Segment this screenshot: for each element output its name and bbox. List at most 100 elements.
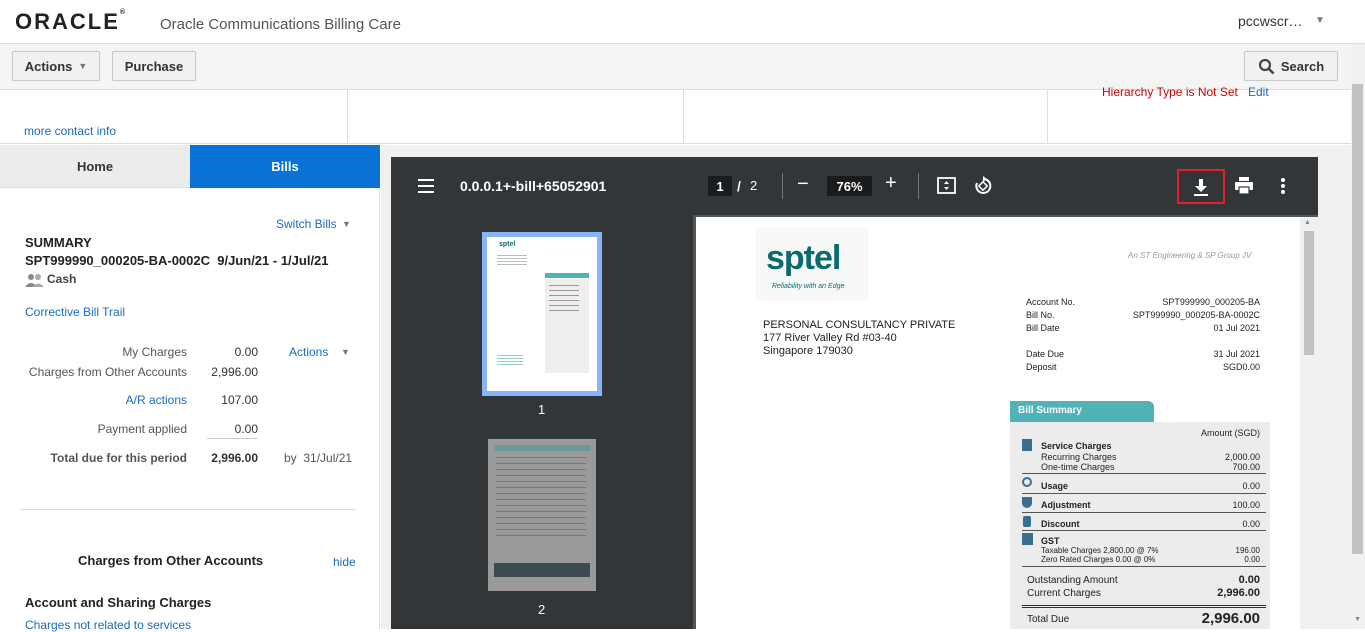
scrollbar-thumb[interactable] [1352,84,1363,554]
amount-header: Amount (SGD) [1200,428,1260,438]
recurring-value: 2,000.00 [1224,452,1260,462]
chevron-down-icon[interactable]: ▼ [342,219,351,229]
payment-applied-value: 0.00 [207,422,258,439]
menu-icon[interactable] [418,179,434,196]
usage-label: Usage [1041,481,1069,491]
user-menu[interactable]: pccwscr… [1238,13,1303,29]
divider [1022,607,1266,608]
divider [347,90,348,144]
address-line-3: Singapore 179030 [763,345,853,357]
brand-name: sptel [766,239,841,277]
zero-rated-value: 0.00 [1244,555,1260,564]
page-number-input[interactable]: 1 [708,176,732,196]
bill-panel: Home Bills Switch Bills ▼ SUMMARY SPT999… [0,145,380,632]
ar-actions-link[interactable]: A/R actions [60,393,187,407]
bill-actions-link[interactable]: Actions [289,345,328,359]
pdf-page: sptel Reliability with an Edge An ST Eng… [696,217,1300,629]
account-no-label: Account No. [1026,297,1076,307]
discount-value: 0.00 [1242,519,1260,529]
page-separator: / [737,178,741,194]
zoom-in-icon[interactable]: + [885,172,897,195]
chevron-down-icon[interactable]: ▼ [1315,15,1325,26]
thumbnail-label-2: 2 [538,602,546,617]
current-charges-value: 2,996.00 [1217,587,1260,599]
purchase-button[interactable]: Purchase [112,51,196,81]
search-icon [1258,58,1275,74]
thumbnail-page-2[interactable] [488,439,596,591]
due-date-label: Date Due [1026,349,1065,359]
divider [918,173,919,199]
app-header: ORACLE® Oracle Communications Billing Ca… [0,0,1365,44]
hide-link[interactable]: hide [333,555,356,569]
total-due-value: 2,996.00 [1201,610,1260,627]
divider [1022,493,1266,494]
toolbar: Actions ▼ Purchase Search [0,44,1351,90]
brand-tagline: Reliability with an Edge [772,283,845,290]
caret-down-icon: ▼ [78,61,88,71]
scroll-up-icon[interactable]: ▲ [1304,219,1311,226]
divider [1022,566,1266,567]
thumbnail-panel: sptel 1 2 [391,215,693,629]
outstanding-value: 0.00 [1238,574,1260,586]
address-line-1: PERSONAL CONSULTANCY PRIVATE [763,319,956,331]
section-title: Charges from Other Accounts [78,553,264,568]
rotate-icon[interactable] [974,176,992,198]
zero-rated-label: Zero Rated Charges 0.00 @ 0% [1041,555,1156,564]
adjustment-value: 100.00 [1232,500,1260,510]
my-charges-value: 0.00 [234,345,258,359]
outstanding-label: Outstanding Amount [1027,575,1118,586]
zoom-out-icon[interactable]: − [797,173,809,196]
other-accounts-label: Charges from Other Accounts [28,365,187,379]
not-related-link[interactable]: Charges not related to services [25,618,191,632]
payment-applied-label: Payment applied [97,422,187,436]
ar-actions-value: 107.00 [221,393,258,407]
discount-icon [1023,516,1031,527]
hierarchy-status: Hierarchy Type is Not Set [1102,85,1238,99]
page-scrollbar[interactable]: ▼ [1351,44,1365,629]
gst-icon [1022,533,1033,545]
zoom-input[interactable]: 76% [827,176,872,196]
divider [1022,605,1266,606]
my-charges-label: My Charges [122,345,187,359]
total-due-value: 2,996.00 [211,451,258,465]
search-button[interactable]: Search [1244,51,1338,81]
app-title: Oracle Communications Billing Care [160,16,401,33]
pdf-toolbar: 0.0.0.1+-bill+65052901 1 / 2 − 76% + [391,157,1318,215]
bill-summary-tab: Bill Summary [1010,401,1154,422]
print-icon[interactable] [1235,177,1253,197]
bill-no-value: SPT999990_000205-BA-0002C [1132,310,1260,320]
chevron-down-icon[interactable]: ▼ [341,347,350,357]
deposit-value: SGD0.00 [1222,362,1260,372]
usage-icon [1022,477,1032,487]
tab-home[interactable]: Home [0,145,190,188]
sharing-title: Account and Sharing Charges [25,595,212,610]
adjustment-icon [1022,497,1032,508]
due-by-date: by 31/Jul/21 [284,451,353,465]
scrollbar-thumb[interactable] [1304,231,1314,355]
actions-button[interactable]: Actions ▼ [12,51,100,81]
account-no-value: SPT999990_000205-BA [1162,297,1260,307]
divider [782,173,783,199]
divider [1022,512,1266,513]
summary-heading: SUMMARY [25,235,92,250]
thumbnail-page-1[interactable]: sptel [482,232,602,396]
onetime-label: One-time Charges [1041,462,1115,472]
deposit-label: Deposit [1026,362,1057,372]
tab-bills[interactable]: Bills [190,145,380,188]
document-title: 0.0.0.1+-bill+65052901 [460,178,607,194]
scroll-down-icon[interactable]: ▼ [1354,616,1361,623]
address-line-2: 177 River Valley Rd #03-40 [763,332,897,344]
corrective-bill-trail-link[interactable]: Corrective Bill Trail [25,305,125,319]
service-charges-label: Service Charges [1041,441,1112,451]
more-options-icon[interactable] [1281,178,1285,197]
switch-bills-link[interactable]: Switch Bills [276,217,337,231]
edit-hierarchy-link[interactable]: Edit [1248,85,1269,99]
thumbnail-label-1: 1 [538,402,546,417]
download-button[interactable] [1177,169,1225,204]
adjustment-label: Adjustment [1041,500,1091,510]
more-contact-info-link[interactable]: more contact info [24,124,116,138]
fit-page-icon[interactable] [937,177,956,197]
pdf-scrollbar[interactable]: ▲ [1300,217,1318,629]
recurring-label: Recurring Charges [1041,452,1117,462]
onetime-value: 700.00 [1232,462,1260,472]
